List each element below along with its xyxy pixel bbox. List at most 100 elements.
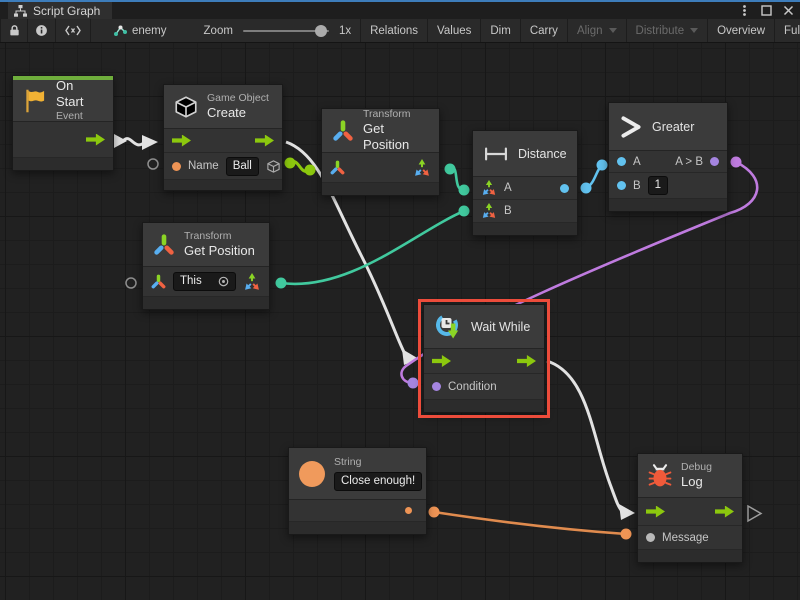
unconnected-port-hint[interactable] (148, 159, 158, 169)
value-output-port[interactable] (710, 157, 719, 166)
zoom-slider[interactable] (243, 30, 329, 32)
wire-value-distance-to-greater[interactable] (581, 160, 608, 194)
flow-input-port[interactable] (646, 506, 665, 518)
output-label: A > B (675, 156, 703, 168)
wire-value-getposition-to-distance-b[interactable] (276, 206, 470, 289)
node-greater[interactable]: Greater A A > B B 1 (608, 102, 728, 212)
transform-icon (152, 233, 176, 257)
object-picker-icon[interactable] (218, 276, 229, 287)
wire-value-getposition-to-distance-a[interactable] (445, 164, 470, 196)
port-label: Message (662, 532, 709, 544)
lock-button[interactable] (0, 19, 28, 42)
info-button[interactable] (28, 19, 56, 42)
cube-icon (173, 94, 199, 120)
name-input-field[interactable]: Ball (226, 157, 259, 176)
carry-button[interactable]: Carry (521, 19, 568, 42)
wire-flow-waitwhile-to-debuglog[interactable] (547, 361, 635, 520)
menu-dots-icon[interactable] (736, 3, 752, 18)
greater-than-icon (618, 114, 644, 140)
flow-input-port[interactable] (172, 135, 191, 147)
flow-output-port[interactable] (517, 355, 536, 367)
window-controls (736, 3, 796, 18)
wire-value-string-to-debuglog[interactable] (429, 507, 632, 540)
flow-output-port[interactable] (255, 135, 274, 147)
graph-toolbar: enemy Zoom 1x Relations Values Dim Carry… (0, 19, 800, 43)
tab-title: Script Graph (33, 4, 100, 18)
node-title: Get Position (363, 121, 430, 154)
node-subtitle: Event (56, 110, 104, 123)
value-output-port[interactable] (560, 184, 569, 193)
node-title: String (334, 456, 422, 469)
distance-ruler-icon (482, 145, 510, 163)
graph-breadcrumb[interactable]: enemy (91, 19, 176, 42)
condition-input-port[interactable] (432, 382, 441, 391)
node-category: Transform (363, 108, 430, 121)
flow-output-port[interactable] (86, 134, 105, 146)
maximize-icon[interactable] (758, 3, 774, 18)
tab-script-graph[interactable]: Script Graph (8, 2, 112, 19)
node-category: Debug (681, 461, 712, 474)
vector3-output-port[interactable] (413, 159, 431, 177)
node-title: Greater (652, 120, 694, 134)
script-graph-icon (113, 24, 128, 37)
node-distance[interactable]: Distance A B (472, 130, 578, 236)
graph-canvas[interactable]: On Start Event Game Object Create (0, 43, 800, 600)
vector3-input-port[interactable] (481, 180, 497, 196)
zoom-control: Zoom 1x (176, 19, 361, 42)
node-title: Get Position (184, 243, 255, 259)
vector3-input-port[interactable] (481, 203, 497, 219)
node-debug-log[interactable]: Debug Log Message (637, 453, 743, 563)
flag-icon (22, 87, 48, 115)
message-input-port[interactable] (646, 533, 655, 542)
close-icon[interactable] (780, 3, 796, 18)
wire-value-create-to-getposition[interactable] (285, 158, 316, 176)
tab-bar: Script Graph (0, 2, 800, 19)
node-get-position-top[interactable]: Transform Get Position (321, 108, 440, 196)
chevron-down-icon (690, 28, 698, 33)
vector3-output-port[interactable] (243, 273, 261, 291)
transform-icon (331, 119, 355, 143)
b-value-field[interactable]: 1 (648, 176, 668, 195)
value-input-port[interactable] (172, 162, 181, 171)
value-input-port[interactable] (617, 181, 626, 190)
node-category: Game Object (207, 92, 269, 105)
align-button: Align (568, 19, 627, 42)
value-output-port[interactable] (405, 507, 412, 514)
lock-icon (8, 24, 21, 37)
port-label: B (504, 205, 512, 217)
port-label: A (633, 156, 641, 168)
flow-input-port[interactable] (432, 355, 451, 367)
node-create-gameobject[interactable]: Game Object Create Name Ball (163, 84, 283, 191)
node-string-literal[interactable]: String Close enough! (288, 447, 427, 535)
node-on-start[interactable]: On Start Event (12, 75, 114, 171)
node-title: Log (681, 474, 712, 490)
dim-button[interactable]: Dim (481, 19, 520, 42)
value-input-port[interactable] (617, 157, 626, 166)
node-wait-while[interactable]: Wait While Condition (423, 304, 545, 413)
distribute-button: Distribute (627, 19, 709, 42)
zoom-value: 1x (339, 25, 351, 37)
flow-output-port[interactable] (715, 506, 734, 518)
transform-input-port[interactable] (330, 160, 345, 175)
full-screen-button[interactable]: Full Screen (775, 19, 800, 42)
target-input-field[interactable]: This (173, 272, 236, 291)
unconnected-flow-hint[interactable] (748, 506, 761, 521)
node-title: Wait While (471, 320, 530, 334)
zoom-slider-handle[interactable] (315, 25, 327, 37)
transform-input-port[interactable] (151, 274, 166, 289)
node-get-position-left[interactable]: Transform Get Position This (142, 222, 270, 310)
unity-visual-scripting-window: Script Graph (0, 0, 800, 600)
unconnected-port-hint[interactable] (126, 278, 136, 288)
string-literal-icon (298, 460, 326, 488)
values-button[interactable]: Values (428, 19, 481, 42)
wire-flow-onstart-to-create[interactable] (114, 134, 158, 150)
zoom-label: Zoom (204, 25, 233, 37)
relations-button[interactable]: Relations (360, 19, 428, 42)
node-title: Create (207, 105, 269, 121)
overview-button[interactable]: Overview (708, 19, 775, 42)
string-value-field[interactable]: Close enough! (334, 472, 422, 491)
code-icon (65, 25, 81, 36)
code-preview-button[interactable] (56, 19, 91, 42)
port-label: Name (188, 160, 219, 172)
port-label: Condition (448, 381, 497, 393)
